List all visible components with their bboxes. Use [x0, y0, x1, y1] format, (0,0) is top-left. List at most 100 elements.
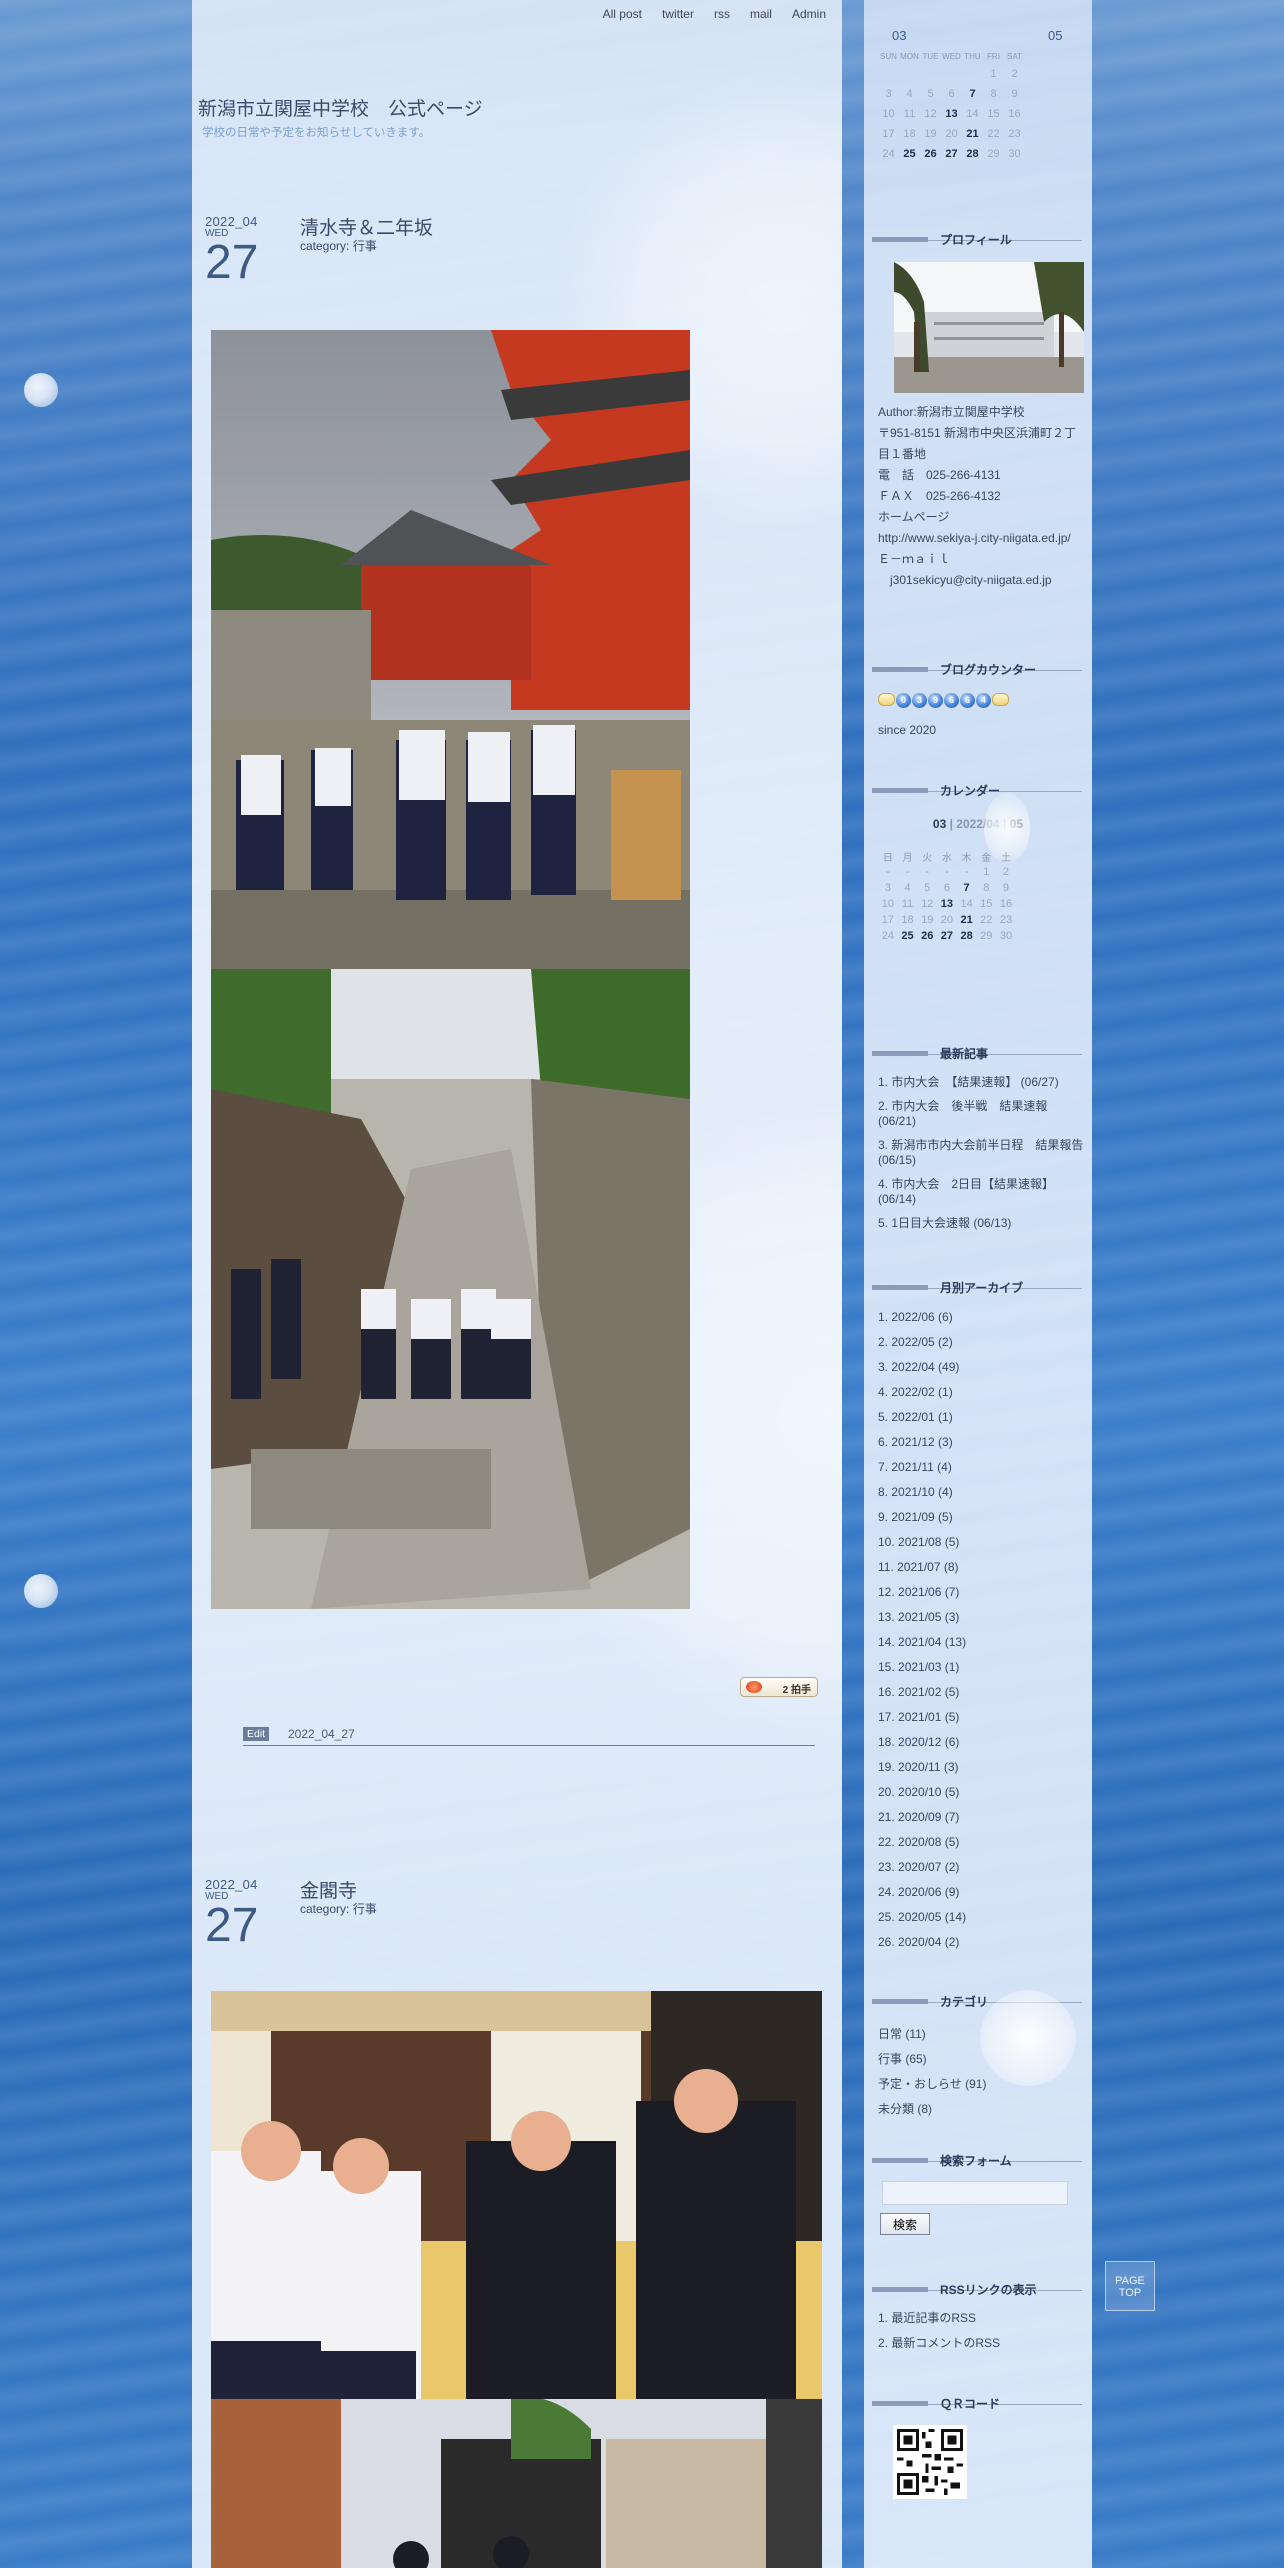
archive-link[interactable]: 18. 2020/12 (6) [878, 1730, 1084, 1755]
archive-link[interactable]: 20. 2020/10 (5) [878, 1780, 1084, 1805]
recent-post-link[interactable]: 2. 市内大会 後半戦 結果速報 (06/21) [878, 1099, 1084, 1130]
calendar-day[interactable]: 7 [957, 880, 977, 896]
calendar-day: 14 [966, 108, 979, 120]
category-link[interactable]: 予定・おしらせ (91) [878, 2072, 1084, 2097]
archive-link[interactable]: 25. 2020/05 (14) [878, 1905, 1084, 1930]
archive-link[interactable]: 8. 2021/10 (4) [878, 1480, 1084, 1505]
calendar-day [941, 64, 962, 84]
archive-link[interactable]: 9. 2021/09 (5) [878, 1505, 1084, 1530]
moon-decoration [24, 1574, 58, 1608]
calendar-grid: 日月火水木金土 - - - - -1 2 3 4 5 6 7 8 9 10 11 12 13 14 15 16 17 18 1… [878, 848, 1016, 944]
archive-list: 1. 2022/06 (6) 2. 2022/05 (2) 3. 2022/04 (… [878, 1305, 1084, 1955]
calendar-day: 18 [901, 914, 914, 926]
entry-photo-shop[interactable] [211, 1991, 822, 2399]
entry-category[interactable]: category: 行事 [300, 1900, 377, 1917]
category-link[interactable]: 行事 (65) [878, 2047, 1084, 2072]
archive-link[interactable]: 23. 2020/07 (2) [878, 1855, 1084, 1880]
search-input[interactable] [882, 2181, 1068, 2205]
calendar-day: 20 [945, 128, 958, 140]
calendar-day[interactable]: 7 [962, 84, 983, 104]
calendar-day: 19 [921, 914, 934, 926]
archive-link[interactable]: 14. 2021/04 (13) [878, 1630, 1084, 1655]
rss-link[interactable]: 1. 最近記事のRSS [878, 2306, 1084, 2331]
recent-post-link[interactable]: 3. 新潟市市内大会前半日程 結果報告 (06/15) [878, 1138, 1084, 1169]
archive-link[interactable]: 10. 2021/08 (5) [878, 1530, 1084, 1555]
calendar-day: 10 [882, 108, 895, 120]
calendar-day[interactable]: 13 [941, 104, 962, 124]
category-link[interactable]: 未分類 (8) [878, 2097, 1084, 2122]
calendar-day[interactable]: 28 [962, 144, 983, 164]
category-link[interactable]: 日常 (11) [878, 2022, 1084, 2047]
entry-category[interactable]: category: 行事 [300, 237, 377, 254]
calendar-day[interactable]: 26 [917, 928, 937, 944]
archive-link[interactable]: 3. 2022/04 (49) [878, 1355, 1084, 1380]
archive-link[interactable]: 26. 2020/04 (2) [878, 1930, 1084, 1955]
profile-homepage-link[interactable]: http://www.sekiya-j.city-niigata.ed.jp/ [878, 528, 1086, 549]
archive-link[interactable]: 13. 2021/05 (3) [878, 1605, 1084, 1630]
rss-link[interactable]: 2. 最新コメントのRSS [878, 2331, 1084, 2356]
archive-link[interactable]: 15. 2021/03 (1) [878, 1655, 1084, 1680]
archive-link[interactable]: 7. 2021/11 (4) [878, 1455, 1084, 1480]
calendar-day: 8 [983, 882, 990, 894]
nav-all-post[interactable]: All post [603, 7, 642, 21]
archive-link[interactable]: 1. 2022/06 (6) [878, 1305, 1084, 1330]
archive-link[interactable]: 4. 2022/02 (1) [878, 1380, 1084, 1405]
entry-footer-divider [243, 1745, 815, 1746]
calendar-day: 4 [906, 88, 913, 100]
recent-post-link[interactable]: 1. 市内大会 【結果速報】 (06/27) [878, 1075, 1084, 1091]
recent-post-link[interactable]: 5. 1日目大会速報 (06/13) [878, 1216, 1084, 1232]
calendar-day: 10 [881, 898, 894, 910]
archive-link[interactable]: 24. 2020/06 (9) [878, 1880, 1084, 1905]
calendar-day[interactable]: 27 [941, 144, 962, 164]
calendar-day[interactable]: 21 [962, 124, 983, 144]
mini-calendar-prev[interactable]: 03 [892, 28, 906, 43]
archive-link[interactable]: 19. 2020/11 (3) [878, 1755, 1084, 1780]
calendar-day[interactable]: 27 [937, 928, 957, 944]
entry-photo-temple[interactable] [211, 330, 690, 969]
archive-link[interactable]: 17. 2021/01 (5) [878, 1705, 1084, 1730]
archive-link[interactable]: 21. 2020/09 (7) [878, 1805, 1084, 1830]
archive-link[interactable]: 12. 2021/06 (7) [878, 1580, 1084, 1605]
nav-twitter[interactable]: twitter [662, 7, 694, 21]
entry-day: 27 [205, 1899, 259, 1952]
nav-mail[interactable]: mail [750, 7, 772, 21]
calendar-prev-month[interactable]: 03 [933, 817, 946, 831]
search-button[interactable]: 検索 [880, 2213, 930, 2235]
calendar-day: 29 [987, 148, 1000, 160]
calendar-weekday: SAT [1007, 51, 1022, 61]
entry-photo-bus-stop[interactable] [211, 2399, 822, 2568]
calendar-day: 2 [1002, 866, 1010, 878]
mini-calendar-next[interactable]: 05 [1048, 28, 1062, 43]
archive-link[interactable]: 16. 2021/02 (5) [878, 1680, 1084, 1705]
archive-link[interactable]: 5. 2022/01 (1) [878, 1405, 1084, 1430]
archive-link[interactable]: 2. 2022/05 (2) [878, 1330, 1084, 1355]
entry-photo-street[interactable] [211, 969, 690, 1609]
entry-footer-date[interactable]: 2022_04_27 [288, 1727, 355, 1741]
edit-button[interactable]: Edit [243, 1727, 270, 1741]
recent-post-link[interactable]: 4. 市内大会 2日目【結果速報】 (06/14) [878, 1177, 1084, 1208]
moon-decoration [24, 373, 58, 407]
site-title[interactable]: 新潟市立関屋中学校 公式ページ [198, 94, 483, 121]
nav-admin[interactable]: Admin [792, 7, 826, 21]
calendar-weekday: 日 [882, 852, 893, 864]
calendar-day[interactable]: 13 [937, 896, 957, 912]
calendar-day[interactable]: 25 [899, 144, 920, 164]
rss-list: 1. 最近記事のRSS 2. 最新コメントのRSS [878, 2306, 1084, 2356]
photo-image [211, 1991, 822, 2399]
nav-rss[interactable]: rss [714, 7, 730, 21]
archive-link[interactable]: 6. 2021/12 (3) [878, 1430, 1084, 1455]
calendar-day[interactable]: 21 [957, 912, 977, 928]
calendar-day[interactable]: 25 [898, 928, 918, 944]
category-list: 日常 (11) 行事 (65) 予定・おしらせ (91) 未分類 (8) [878, 2022, 1084, 2122]
entry-title[interactable]: 金閣寺 [300, 1876, 357, 1903]
profile-email[interactable]: j301sekicyu@city-niigata.ed.jp [878, 570, 1086, 591]
top-nav: All post twitter rss mail Admin [603, 7, 826, 21]
calendar-day[interactable]: 26 [920, 144, 941, 164]
clap-counter-button[interactable]: 2 拍手 [740, 1677, 818, 1697]
entry-title[interactable]: 清水寺＆二年坂 [300, 213, 433, 240]
calendar-day: - [964, 866, 969, 878]
archive-link[interactable]: 11. 2021/07 (8) [878, 1555, 1084, 1580]
calendar-day[interactable]: 28 [957, 928, 977, 944]
page-top-button[interactable]: PAGE TOP [1105, 2261, 1155, 2311]
archive-link[interactable]: 22. 2020/08 (5) [878, 1830, 1084, 1855]
